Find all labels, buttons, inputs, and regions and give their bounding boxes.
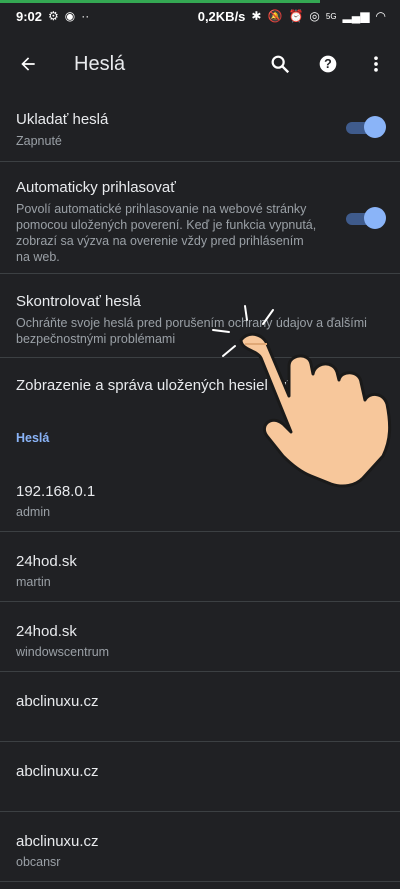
auto-signin-setting[interactable]: Automaticky prihlasovať Povolí automatic… [0, 162, 400, 274]
check-passwords-item[interactable]: Skontrolovať heslá Ochráňte svoje heslá … [0, 274, 400, 358]
hotspot-icon: ◎ [309, 9, 320, 23]
password-username: admin [16, 505, 51, 519]
auto-signin-toggle[interactable] [346, 206, 386, 230]
data-speed: 0,2KB/s [197, 8, 246, 24]
more-notifications-icon: ·· [81, 9, 90, 23]
app-bar: Heslá ? [0, 32, 400, 96]
password-username: martin [16, 575, 51, 589]
password-entry[interactable]: 24hod.sk windowscentrum [0, 602, 400, 672]
password-entry[interactable]: abclinuxu.cz [0, 672, 400, 742]
save-passwords-toggle[interactable] [346, 115, 386, 139]
clock: 9:02 [16, 8, 43, 24]
password-site: abclinuxu.cz [16, 833, 99, 850]
back-button[interactable] [0, 36, 56, 92]
page-load-progress [0, 0, 320, 3]
page-title: Heslá [74, 52, 126, 75]
manage-passwords-item[interactable]: Zobrazenie a správa uložených hesiel v ú [0, 358, 400, 414]
auto-signin-subtitle: Povolí automatické prihlasovanie na webo… [16, 202, 317, 264]
mute-icon: 🔕 [267, 9, 283, 23]
auto-signin-title: Automaticky prihlasovať [16, 179, 176, 196]
network-type: 5G [325, 11, 337, 21]
password-site: abclinuxu.cz [16, 693, 99, 710]
manage-passwords-title: Zobrazenie a správa uložených hesiel v ú [16, 377, 292, 394]
password-site: abclinuxu.cz [16, 763, 99, 780]
check-passwords-title: Skontrolovať heslá [16, 293, 141, 310]
password-username: windowscentrum [16, 645, 110, 659]
help-button[interactable]: ? [304, 40, 352, 88]
password-site: 192.168.0.1 [16, 483, 96, 500]
password-username: obcansr [16, 855, 61, 869]
help-icon: ? [319, 55, 337, 73]
arrow-back-icon [21, 57, 35, 71]
password-site: 24hod.sk [16, 623, 77, 640]
more-options-button[interactable] [352, 40, 400, 88]
passwords-section-header: Heslá [16, 431, 50, 445]
password-entry[interactable]: 192.168.0.1 admin [0, 462, 400, 532]
password-entry[interactable]: abclinuxu.cz [0, 742, 400, 812]
search-icon [271, 55, 290, 74]
svg-text:?: ? [324, 57, 332, 71]
status-bar: 9:02 ⚙ ◉ ·· 0,2KB/s ✱ 🔕 ⏰ ◎ 5G ▂▄▆ ◠ [0, 0, 400, 32]
password-site: 24hod.sk [16, 553, 77, 570]
search-button[interactable] [256, 40, 304, 88]
save-passwords-setting[interactable]: Ukladať heslá Zapnuté [0, 96, 400, 162]
notification-icon: ◉ [64, 9, 76, 23]
more-vert-icon [374, 56, 378, 72]
save-passwords-subtitle: Zapnuté [16, 134, 62, 148]
password-entry[interactable]: abclinuxu.cz obcansr [0, 812, 400, 882]
alarm-icon: ⏰ [288, 9, 304, 23]
passwords-list: 192.168.0.1 admin 24hod.sk martin 24hod.… [0, 462, 400, 882]
save-passwords-title: Ukladať heslá [16, 111, 109, 128]
wifi-icon: ◠ [375, 9, 386, 23]
signal-icon: ▂▄▆ [342, 9, 370, 23]
bluetooth-icon: ✱ [251, 9, 262, 23]
check-passwords-subtitle: Ochráňte svoje heslá pred porušením ochr… [16, 316, 367, 346]
password-entry[interactable]: 24hod.sk martin [0, 532, 400, 602]
settings-gear-icon: ⚙ [48, 9, 59, 23]
